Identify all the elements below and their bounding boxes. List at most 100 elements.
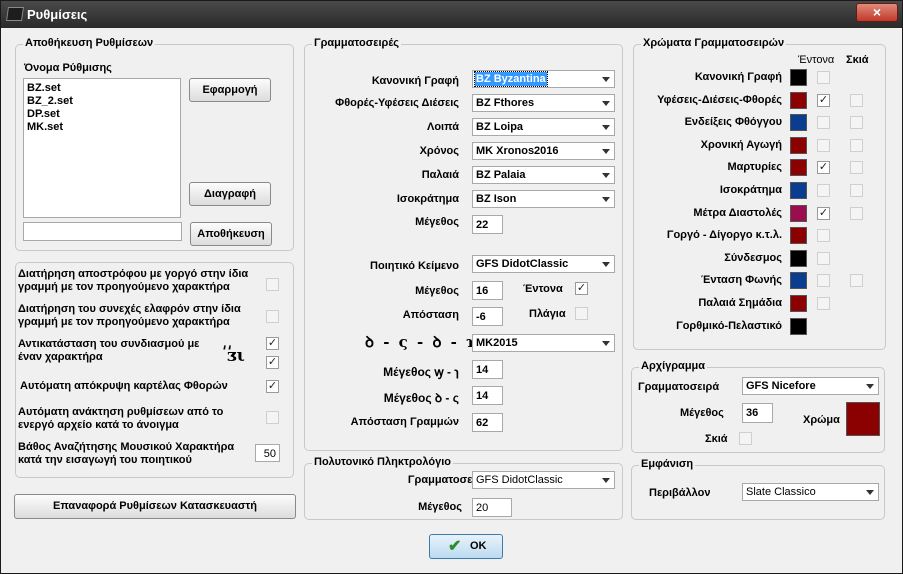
initial-font-select[interactable]: GFS Nicefore: [742, 377, 879, 395]
keep-synechés-checkbox[interactable]: [266, 310, 279, 323]
initial-group: Αρχίγραμμα Γραμματοσειρά GFS Nicefore Μέ…: [631, 360, 885, 453]
bold-checkbox[interactable]: [817, 116, 830, 129]
color-row-label: Ενδείξεις Φθόγγου: [684, 116, 782, 128]
font-size-input[interactable]: 22: [472, 215, 503, 234]
color-row-label: Μαρτυρίες: [727, 161, 782, 173]
list-item[interactable]: DP.set: [27, 108, 60, 120]
shadow-checkbox[interactable]: [850, 274, 863, 287]
reset-defaults-button[interactable]: Επαναφορά Ρυθμίσεων Κατασκευαστή: [14, 494, 296, 519]
search-depth-input[interactable]: 50: [255, 444, 280, 462]
color-swatch[interactable]: [790, 318, 807, 335]
initial-color-swatch[interactable]: [846, 402, 880, 436]
size-b-input[interactable]: 14: [472, 386, 503, 405]
loipa-font-select[interactable]: BZ Loipa: [472, 118, 615, 136]
chevron-down-icon[interactable]: [602, 125, 610, 130]
replace-combo-checkbox-top[interactable]: ✓: [266, 337, 279, 350]
color-swatch[interactable]: [790, 92, 807, 109]
environment-select[interactable]: Slate Classico: [742, 483, 879, 501]
color-swatch[interactable]: [790, 250, 807, 267]
combo-value: MK2015: [476, 337, 518, 349]
shadow-checkbox[interactable]: [850, 184, 863, 197]
replace-combo-label: Αντικατάσταση του συνδιασμού με έναν χαρ…: [18, 338, 200, 363]
chevron-down-icon[interactable]: [602, 173, 610, 178]
shadow-checkbox[interactable]: [850, 116, 863, 129]
bold-checkbox[interactable]: [817, 274, 830, 287]
bold-checkbox[interactable]: ✓: [817, 161, 830, 174]
delete-button[interactable]: Διαγραφή: [189, 182, 271, 206]
auto-load-checkbox[interactable]: [266, 411, 279, 424]
color-swatch[interactable]: [790, 205, 807, 222]
chevron-down-icon[interactable]: [866, 384, 874, 389]
fonts-group: Γραμματοσειρές Κανονική Γραφή BZ Byzanti…: [304, 37, 623, 451]
auto-load-label: Αυτόματη ανάκτηση ρυθμίσεων από το ενεργ…: [18, 406, 224, 431]
poetic-size-input[interactable]: 16: [472, 281, 503, 300]
chevron-down-icon[interactable]: [602, 478, 610, 483]
title-bar: Ρυθμίσεις ×: [1, 1, 902, 28]
list-item[interactable]: BZ.set: [27, 82, 61, 94]
bold-checkbox[interactable]: [817, 184, 830, 197]
chevron-down-icon[interactable]: [602, 341, 610, 346]
bold-checkbox[interactable]: [817, 229, 830, 242]
options-group: Διατήρηση αποστρόφου με γοργό στην ίδια …: [15, 262, 294, 478]
poetic-bold-checkbox[interactable]: ✓: [575, 282, 588, 295]
color-swatch[interactable]: [790, 69, 807, 86]
shadow-checkbox[interactable]: [850, 161, 863, 174]
distance-label: Απόσταση: [402, 309, 459, 321]
size-a-input[interactable]: 14: [472, 360, 503, 379]
initial-shadow-checkbox[interactable]: [739, 432, 752, 445]
settings-file-list[interactable]: BZ.set BZ_2.set DP.set MK.set: [23, 78, 181, 218]
color-row-label: Μέτρα Διαστολές: [693, 207, 782, 219]
chevron-down-icon[interactable]: [602, 101, 610, 106]
shadow-checkbox[interactable]: [850, 139, 863, 152]
bold-checkbox[interactable]: [817, 252, 830, 265]
fthores-font-select[interactable]: BZ Fthores: [472, 94, 615, 112]
distance-input[interactable]: -6: [472, 307, 503, 326]
poetic-text-label: Ποιητικό Κείμενο: [370, 260, 459, 272]
color-swatch[interactable]: [790, 295, 807, 312]
save-name-input[interactable]: [23, 222, 182, 241]
poetic-font-select[interactable]: GFS DidotClassic: [472, 255, 615, 273]
list-item[interactable]: BZ_2.set: [27, 95, 73, 107]
bold-checkbox[interactable]: ✓: [817, 94, 830, 107]
color-swatch[interactable]: [790, 182, 807, 199]
line-distance-input[interactable]: 62: [472, 413, 503, 432]
chevron-down-icon[interactable]: [602, 149, 610, 154]
xronos-font-select[interactable]: MK Xronos2016: [472, 142, 615, 160]
chevron-down-icon[interactable]: [602, 77, 610, 82]
color-swatch[interactable]: [790, 227, 807, 244]
poetic-italic-checkbox[interactable]: [575, 307, 588, 320]
ok-button[interactable]: ✔ OK: [429, 534, 503, 559]
save-button[interactable]: Αποθήκευση: [190, 222, 272, 246]
bold-checkbox[interactable]: ✓: [817, 207, 830, 220]
shadow-checkbox[interactable]: [850, 207, 863, 220]
shadow-checkbox[interactable]: [850, 94, 863, 107]
font-size-label: Μέγεθος: [415, 216, 459, 228]
chevron-down-icon[interactable]: [602, 262, 610, 267]
color-swatch[interactable]: [790, 159, 807, 176]
bold-checkbox[interactable]: [817, 139, 830, 152]
bold-checkbox[interactable]: [817, 297, 830, 310]
list-item[interactable]: MK.set: [27, 121, 63, 133]
bold-checkbox[interactable]: [817, 71, 830, 84]
keep-apostrophe-label: Διατήρηση αποστρόφου με γοργό στην ίδια …: [18, 268, 249, 293]
mk-font-select[interactable]: MK2015: [472, 334, 615, 352]
color-row-label: Σύνδεσμος: [724, 252, 782, 264]
keyboard-font-select[interactable]: GFS DidotClassic: [472, 471, 615, 489]
keyboard-size-input[interactable]: 20: [472, 498, 512, 517]
color-swatch[interactable]: [790, 114, 807, 131]
auto-hide-tab-checkbox[interactable]: ✓: [266, 380, 279, 393]
combo-value: MK Xronos2016: [476, 145, 559, 157]
apply-button[interactable]: Εφαρμογή: [189, 78, 271, 102]
close-button[interactable]: ×: [856, 3, 898, 22]
regular-font-select[interactable]: BZ Byzantina: [472, 70, 615, 88]
palaia-font-select[interactable]: BZ Palaia: [472, 166, 615, 184]
chevron-down-icon[interactable]: [602, 197, 610, 202]
replace-combo-checkbox-bottom[interactable]: ✓: [266, 356, 279, 369]
combo-value: BZ Ison: [476, 193, 517, 205]
initial-size-input[interactable]: 36: [742, 403, 773, 423]
chevron-down-icon[interactable]: [866, 490, 874, 495]
ison-font-select[interactable]: BZ Ison: [472, 190, 615, 208]
color-swatch[interactable]: [790, 272, 807, 289]
keep-apostrophe-checkbox[interactable]: [266, 278, 279, 291]
color-swatch[interactable]: [790, 137, 807, 154]
